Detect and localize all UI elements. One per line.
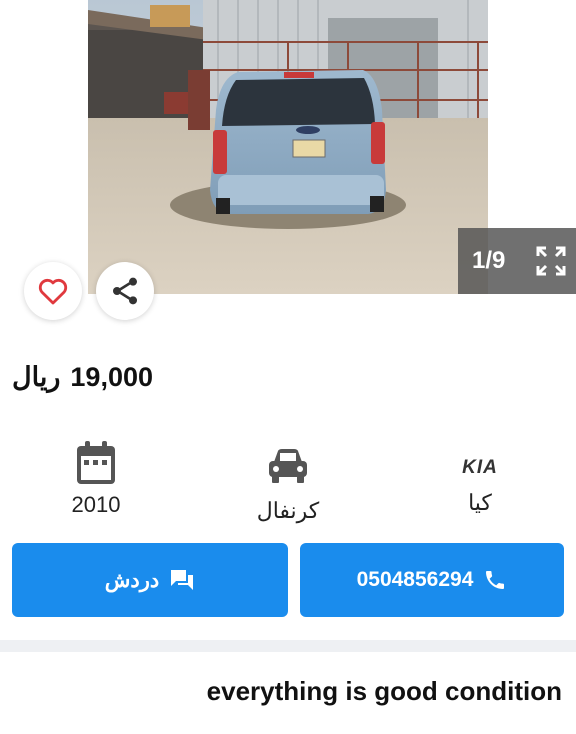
image-gallery[interactable]: 1/9: [0, 0, 576, 294]
listing-photo[interactable]: [88, 0, 488, 294]
chat-button[interactable]: دردش: [12, 543, 288, 617]
spec-brand-value: كيا: [468, 490, 492, 515]
spec-year-value: 2010: [71, 492, 121, 517]
car-photo-image: [88, 0, 488, 294]
fullscreen-button[interactable]: [534, 244, 568, 278]
next-image-button[interactable]: [510, 110, 544, 144]
favorite-button[interactable]: [24, 262, 82, 320]
price-amount: 19,000: [70, 362, 153, 392]
phone-icon: [486, 571, 505, 589]
share-button[interactable]: [96, 262, 154, 320]
image-counter: 1/9: [472, 247, 506, 274]
heart-icon: [38, 278, 68, 305]
car-specs: 2010 كرنفال KIA كيا: [0, 440, 576, 523]
spec-model-value: كرنفال: [256, 498, 320, 523]
calendar-icon: [77, 441, 115, 484]
spec-model: كرنفال: [228, 440, 348, 524]
share-icon: [113, 277, 137, 305]
price-currency: ريال: [12, 362, 61, 392]
car-icon: [269, 449, 307, 483]
spec-year: 2010: [36, 440, 156, 518]
image-counter-bar: 1/9: [458, 228, 576, 294]
phone-number: 0504856294: [356, 568, 474, 591]
chat-button-label: دردش: [104, 568, 160, 592]
price: ريال 19,000: [12, 362, 153, 393]
chat-icon: [171, 570, 194, 590]
kia-logo-text: KIA: [462, 457, 498, 476]
listing-description: everything is good condition: [206, 676, 562, 706]
previous-image-button[interactable]: [32, 110, 66, 144]
chevron-right-icon: [522, 118, 534, 136]
kia-logo-icon: KIA: [462, 457, 498, 476]
section-divider: [0, 640, 576, 652]
spec-brand: KIA كيا: [420, 440, 540, 516]
chevron-left-icon: [42, 118, 54, 136]
fullscreen-icon: [536, 246, 566, 276]
call-button[interactable]: 0504856294: [300, 543, 564, 617]
